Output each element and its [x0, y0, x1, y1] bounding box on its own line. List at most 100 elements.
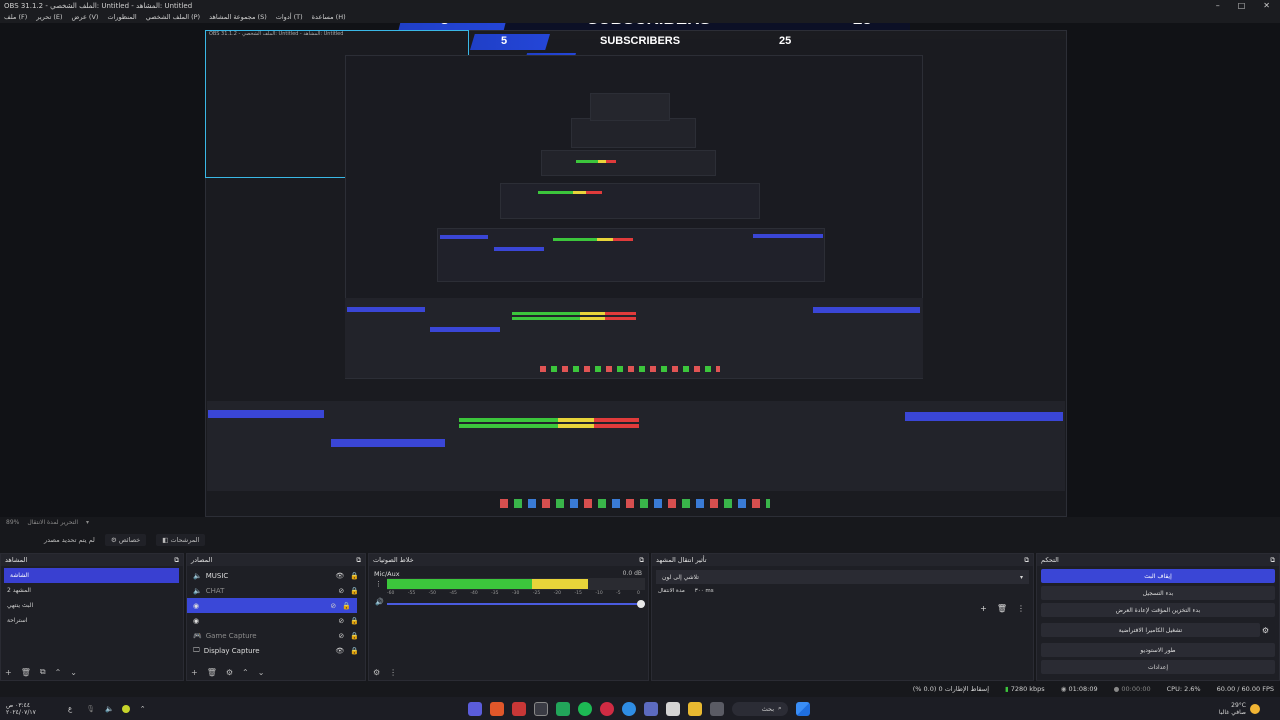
app-icon-red[interactable]	[511, 701, 526, 716]
volume-slider-handle[interactable]	[637, 600, 645, 608]
menu-docks[interactable]: المنظورات	[107, 13, 136, 21]
no-source-label: لم يتم تحديد مصدر	[44, 536, 95, 544]
settings-icon[interactable]: ⋮	[375, 580, 382, 588]
start-icon[interactable]	[795, 701, 810, 716]
add-transition-button[interactable]: +	[980, 604, 987, 613]
scene-item-screen[interactable]: الشاشة	[4, 568, 179, 583]
filters-button[interactable]: ◧ المرشحات	[156, 534, 206, 546]
scene-filters-button[interactable]: ⧉	[40, 667, 46, 677]
lock-icon[interactable]: 🔒	[350, 647, 359, 655]
more-icon[interactable]: ⋮	[1017, 604, 1025, 613]
rec-time: ● 00:00:00	[1113, 685, 1151, 693]
xbox-icon[interactable]	[555, 701, 570, 716]
undock-icon[interactable]: ⧉	[1024, 556, 1029, 565]
menu-edit[interactable]: تحرير (E)	[36, 13, 62, 21]
preview-canvas[interactable]: 5 SUBSCRIBERS 25 OBS 31.1.2 - الملف الشخ…	[0, 23, 1280, 517]
start-replay-buffer-button[interactable]: بدء التخزين المؤقت لإعادة العرض	[1041, 603, 1275, 617]
start-virtual-camera-button[interactable]: تشغيل الكاميرا الافتراضية	[1041, 623, 1260, 637]
start-recording-button[interactable]: بدء التسجيل	[1041, 586, 1275, 600]
menu-scene-collection[interactable]: مجموعة المشاهد (S)	[209, 13, 267, 21]
add-scene-button[interactable]: +	[5, 668, 12, 677]
lock-icon[interactable]: 🔒	[350, 572, 359, 580]
undock-icon[interactable]: ⧉	[1270, 556, 1275, 565]
remove-transition-button[interactable]: 🗑	[997, 604, 1007, 613]
weather-widget[interactable]: 29°C صافي غالبا	[1219, 702, 1280, 716]
more-icon[interactable]: ⋮	[389, 668, 397, 677]
add-source-button[interactable]: +	[191, 668, 198, 677]
audio-mixer-dock: خلاط الصوتيات ⧉ Mic/Aux 0.0 dB ⋮ -60 -55 -…	[368, 553, 649, 681]
source-item-chat[interactable]: 🔈 CHAT ⊘ 🔒	[187, 583, 365, 598]
app-icon-orange[interactable]	[489, 701, 504, 716]
controls-title: التحكم	[1041, 556, 1059, 564]
undock-icon[interactable]: ⧉	[174, 556, 179, 565]
lock-icon[interactable]: 🔒	[350, 617, 359, 625]
source-item-game-capture[interactable]: 🎮 Game Capture ⊘ 🔒	[187, 628, 365, 643]
maximize-icon[interactable]: □	[1238, 1, 1246, 10]
chevron-up-icon[interactable]: ⌃	[140, 705, 146, 713]
gear-icon[interactable]: ⚙	[1262, 626, 1269, 635]
settings-button[interactable]: إعدادات	[1041, 660, 1275, 674]
source-item-camera-selected[interactable]: ◉ ⊘ 🔒	[187, 598, 357, 613]
source-properties-button[interactable]: ⚙	[226, 668, 233, 677]
move-up-button[interactable]: ⌃	[242, 668, 249, 677]
volume-slider[interactable]	[387, 603, 645, 605]
eye-off-icon[interactable]: ⊘	[338, 617, 344, 625]
store-icon[interactable]	[665, 701, 680, 716]
menu-profile[interactable]: الملف الشخصي (P)	[146, 13, 200, 21]
eye-icon[interactable]: 👁	[335, 572, 344, 580]
undock-icon[interactable]: ⧉	[639, 556, 644, 565]
preview-status-line: 89% التحرير لمدة الانتقال ▾	[0, 517, 1280, 527]
move-down-button[interactable]: ⌄	[258, 668, 265, 677]
speaker-icon[interactable]: 🔈	[105, 705, 114, 713]
source-item-display-capture[interactable]: 🖵 Display Capture 👁 🔒	[187, 643, 365, 658]
app-icon-indigo[interactable]	[643, 701, 658, 716]
scene-item-break[interactable]: استراحة	[1, 613, 183, 628]
duration-input[interactable]: ٣٠٠ ms	[695, 588, 714, 594]
minimize-icon[interactable]: –	[1216, 1, 1220, 10]
speaker-icon[interactable]: 🔊	[375, 598, 384, 606]
move-down-button[interactable]: ⌄	[70, 668, 77, 677]
edge-icon[interactable]	[621, 701, 636, 716]
search-box[interactable]: بحث ⌕	[731, 701, 788, 716]
clock[interactable]: ٠٣:٤٤ ص ٢٠٢٤/٠٧/١٧	[0, 702, 60, 716]
eye-off-icon[interactable]: ⊘	[330, 602, 336, 610]
studio-mode-button[interactable]: طور الاستوديو	[1041, 643, 1275, 657]
scene-item-ending[interactable]: البث ينتهي	[1, 598, 183, 613]
gear-icon[interactable]: ⚙	[373, 668, 380, 677]
opera-icon[interactable]	[599, 701, 614, 716]
zoom-level[interactable]: 89%	[6, 519, 19, 526]
eye-icon[interactable]: 👁	[335, 647, 344, 655]
transition-select[interactable]: تلاشي إلى لون ▾	[656, 570, 1029, 584]
source-item-music[interactable]: 🔈 MUSIC 👁 🔒	[187, 568, 365, 583]
language-indicator[interactable]: ع	[68, 705, 72, 713]
stop-streaming-button[interactable]: إيقاف البث	[1041, 569, 1275, 583]
obs-icon[interactable]	[533, 701, 548, 716]
properties-button[interactable]: ⚙ خصائص	[104, 534, 147, 546]
mic-db-value: 0.0 dB	[622, 570, 642, 577]
task-view-icon[interactable]	[709, 701, 724, 716]
menu-tools[interactable]: أدوات (T)	[276, 13, 303, 21]
lock-icon[interactable]: 🔒	[350, 587, 359, 595]
close-icon[interactable]: ✕	[1263, 1, 1270, 10]
sources-title: المصادر	[191, 556, 213, 564]
menu-view[interactable]: عرض (V)	[72, 13, 99, 21]
spotify-icon[interactable]	[577, 701, 592, 716]
undock-icon[interactable]: ⧉	[356, 556, 361, 565]
lock-icon[interactable]: 🔒	[342, 602, 351, 610]
controls-dock: التحكم ⧉ إيقاف البث بدء التسجيل بدء التخ…	[1036, 553, 1280, 681]
mic-icon[interactable]: 🎙	[86, 705, 95, 713]
menu-help[interactable]: مساعدة (H)	[312, 13, 346, 21]
move-up-button[interactable]: ⌃	[55, 668, 62, 677]
eye-off-icon[interactable]: ⊘	[338, 587, 344, 595]
scene-item-2[interactable]: المشهد 2	[1, 583, 183, 598]
chevron-down-icon[interactable]: ▾	[86, 519, 89, 526]
discord-icon[interactable]	[467, 701, 482, 716]
file-explorer-icon[interactable]	[687, 701, 702, 716]
obs-tray-icon[interactable]	[121, 704, 130, 713]
lock-icon[interactable]: 🔒	[350, 632, 359, 640]
remove-source-button[interactable]: 🗑	[207, 668, 217, 677]
source-item-camera[interactable]: ◉ ⊘ 🔒	[187, 613, 365, 628]
menu-file[interactable]: ملف (F)	[4, 13, 27, 21]
eye-off-icon[interactable]: ⊘	[338, 632, 344, 640]
remove-scene-button[interactable]: 🗑	[21, 668, 31, 677]
